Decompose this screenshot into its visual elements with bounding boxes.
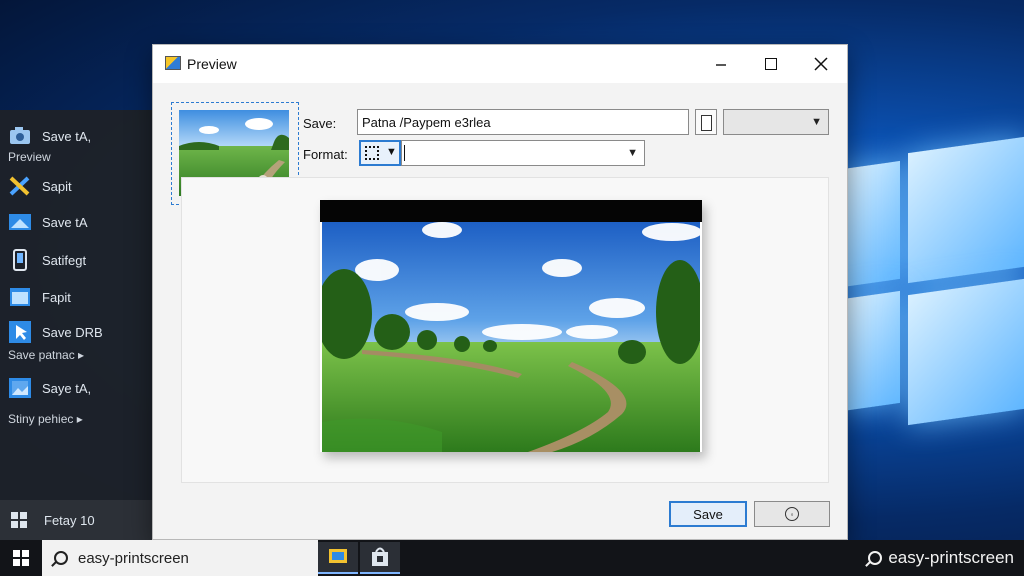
close-icon [814,57,828,71]
start-item-label: Sapit [42,178,72,194]
search-icon [54,551,68,565]
start-item-save-patnac[interactable]: Save patnac ▸ [8,348,84,362]
title-bar[interactable]: Preview [153,45,847,83]
taskbar-app-gallery[interactable] [318,542,358,574]
cancel-icon: ◦ [785,507,799,521]
selection-icon [365,146,379,160]
start-item-label: Saye tA, [42,380,92,396]
app-icon [165,56,181,70]
gallery-icon [329,549,347,563]
landscape-image [322,222,700,452]
windows-logo-wallpaper [842,135,1024,435]
dialog-title: Preview [187,56,237,72]
text-caret [404,145,405,161]
phone-icon [13,249,27,271]
format-select[interactable]: ▼ [401,140,645,166]
format-label: Format: [303,147,348,162]
location-dropdown[interactable]: ▼ [723,109,829,135]
start-item-save-ta-2[interactable]: Save tA [8,208,88,236]
chevron-down-icon: ▼ [386,146,397,158]
start-item-fapit[interactable]: Fapit [8,283,71,311]
start-menu: Save tA, Preview Sapit Save tA Satifegt … [0,110,152,540]
logo-pane [908,136,1024,284]
start-power-item[interactable]: Fetay 10 [0,500,152,540]
tray-text: easy-printscreen [888,548,1014,567]
browse-button[interactable] [695,109,717,135]
preview-photo [320,200,702,452]
image-icon [9,378,31,398]
start-item-save-ta[interactable]: Save tA, [8,122,91,150]
taskbar-app-store[interactable] [360,542,400,574]
format-icon-dropdown[interactable]: ▼ [359,140,401,166]
taskbar: easy-printscreen easy-printscreen [0,540,1024,576]
start-item-preview[interactable]: Preview [8,150,51,164]
start-item-stiny-pehiec[interactable]: Stiny pehiec ▸ [8,412,83,426]
start-item-label: Satifegt [42,252,87,268]
chevron-down-icon: ▼ [811,116,822,128]
cancel-button[interactable]: ◦ [754,501,830,527]
preview-area [181,177,829,483]
minimize-button[interactable] [697,45,745,83]
tray-app-label[interactable]: easy-printscreen [868,548,1014,568]
close-button[interactable] [797,45,845,83]
save-button[interactable]: Save [669,501,747,527]
scissors-icon [9,176,30,196]
search-icon [868,551,883,565]
search-text: easy-printscreen [78,549,189,567]
start-item-label: Save DRB [42,324,103,340]
windows-icon [12,549,30,567]
windows-icon [10,511,28,529]
photo-top-border [320,200,702,222]
power-item-label: Fetay 10 [44,512,95,528]
chevron-down-icon: ▼ [627,147,638,159]
preview-dialog: Preview Save: ▼ For [152,44,848,540]
taskbar-search[interactable]: easy-printscreen [42,540,318,576]
start-item-sapit[interactable]: Sapit [8,172,72,200]
screen-capture-icon [9,214,31,230]
start-item-label: Save tA, [42,128,92,144]
start-item-label: Fapit [42,289,71,305]
minimize-icon [716,64,726,66]
store-bag-icon [372,547,388,566]
start-item-label: Save tA [42,214,88,230]
logo-pane [908,278,1024,426]
maximize-icon [765,58,777,70]
start-item-save-drb[interactable]: Save DRB [8,318,103,346]
start-button[interactable] [0,540,42,576]
start-item-saye-ta[interactable]: Saye tA, [8,374,91,402]
start-item-satifegt[interactable]: Satifegt [8,246,86,274]
camera-icon [10,127,30,144]
maximize-button[interactable] [747,45,795,83]
save-path-input[interactable] [357,109,689,135]
logo-pane [842,160,900,288]
window-icon [10,288,30,306]
pointer-icon [9,321,31,343]
logo-pane [842,290,900,412]
save-label: Save: [303,116,337,131]
